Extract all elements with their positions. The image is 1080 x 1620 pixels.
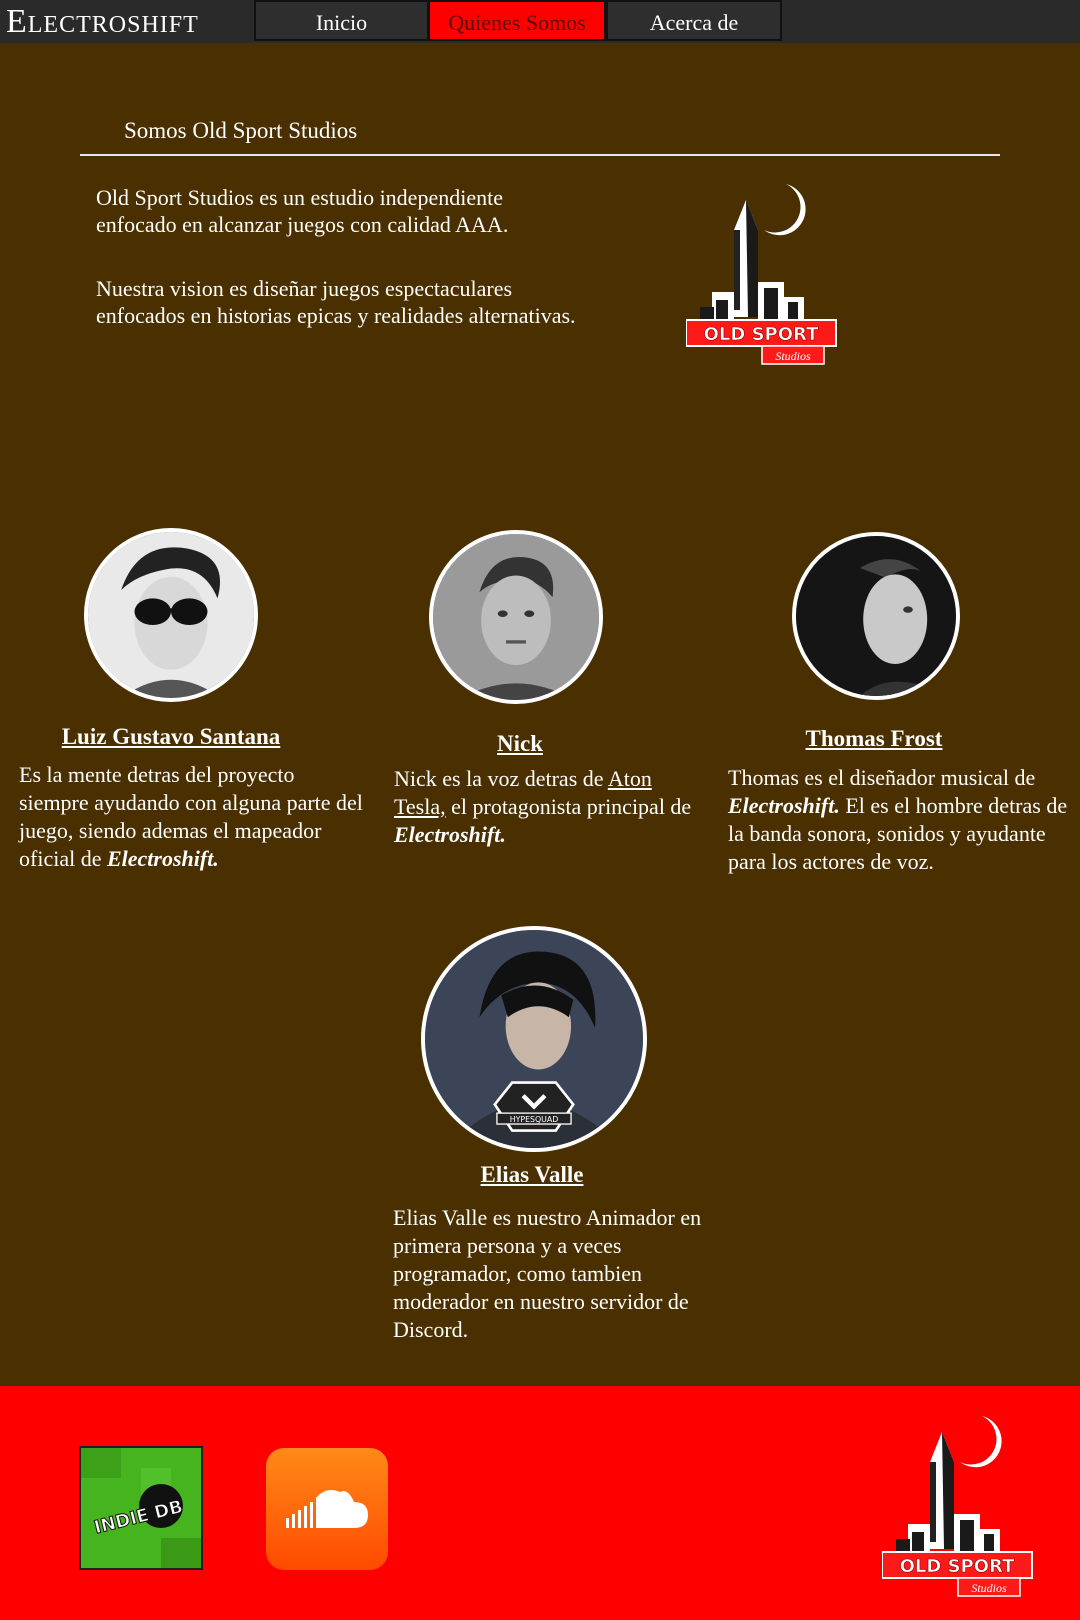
member-bio-luiz: Es la mente detras del proyecto siempre … <box>19 761 369 873</box>
indiedb-link[interactable]: INDIE DB <box>79 1446 203 1570</box>
member-name-luiz[interactable]: Luiz Gustavo Santana <box>40 724 302 750</box>
portrait-image: HYPESQUAD <box>425 930 643 1148</box>
portrait-image <box>796 536 956 696</box>
member-bio-elias: Elias Valle es nuestro Animador en prime… <box>393 1205 702 1342</box>
divider <box>80 154 1000 156</box>
avatar-luiz <box>84 528 258 702</box>
bio-emphasis: Electroshift. <box>394 822 506 847</box>
old-sport-logo-footer: OLD SPORT Studios <box>882 1414 1034 1604</box>
hypesquad-badge-text: HYPESQUAD <box>510 1115 559 1124</box>
top-nav-bar: Electroshift Inicio Quienes Somos Acerca… <box>0 0 1080 43</box>
member-name-elias[interactable]: Elias Valle <box>432 1162 632 1188</box>
indiedb-icon: INDIE DB <box>81 1448 201 1568</box>
tab-acerca-de[interactable]: Acerca de <box>606 0 782 41</box>
portrait-image <box>88 532 254 698</box>
portrait-image <box>433 534 599 700</box>
member-bio-thomas: Thomas es el diseñador musical de Electr… <box>728 764 1073 876</box>
member-bio-nick: Nick es la voz detras de Aton Tesla, el … <box>394 765 694 849</box>
tab-quienes-somos[interactable]: Quienes Somos <box>428 0 606 41</box>
avatar-elias: HYPESQUAD <box>421 926 647 1152</box>
intro-paragraph-1: Old Sport Studios es un estudio independ… <box>96 185 509 237</box>
logo-name-text: OLD SPORT <box>704 324 819 345</box>
bio-emphasis: Electroshift. <box>106 846 219 871</box>
logo-tagline-text: Studios <box>971 1581 1007 1595</box>
logo-tagline-text: Studios <box>775 349 811 363</box>
member-name-thomas[interactable]: Thomas Frost <box>774 726 974 752</box>
bio-text: el protagonista principal de <box>445 794 692 819</box>
soundcloud-icon <box>286 1490 368 1528</box>
brand-logo-text[interactable]: Electroshift <box>6 2 199 42</box>
intro-paragraph-2: Nuestra vision es diseñar juegos especta… <box>96 276 576 328</box>
bio-text: Nick es la voz detras de <box>394 766 608 791</box>
avatar-thomas <box>792 532 960 700</box>
section-heading: Somos Old Sport Studios <box>124 118 358 143</box>
member-name-nick[interactable]: Nick <box>440 731 600 757</box>
bio-emphasis: Electroshift. <box>728 793 840 818</box>
soundcloud-link[interactable] <box>266 1448 388 1570</box>
bio-text: Thomas es el diseñador musical de <box>728 765 1036 790</box>
logo-name-text: OLD SPORT <box>900 1556 1015 1577</box>
avatar-nick <box>429 530 603 704</box>
tab-inicio[interactable]: Inicio <box>254 0 429 41</box>
old-sport-logo: OLD SPORT Studios <box>686 182 838 372</box>
